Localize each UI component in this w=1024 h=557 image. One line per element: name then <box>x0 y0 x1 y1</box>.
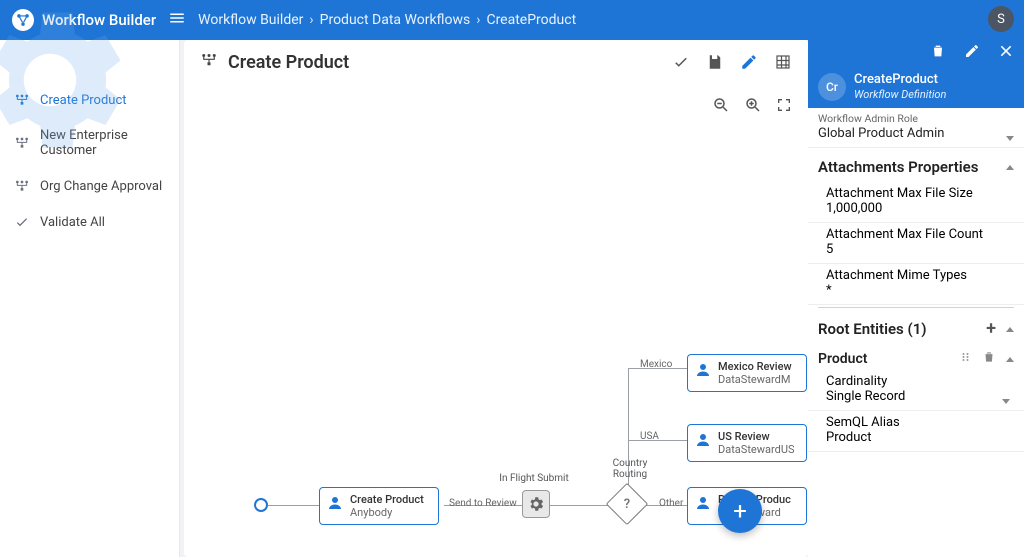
sidebar-item-label: Validate All <box>40 215 105 230</box>
chevron-down-icon <box>1002 399 1010 404</box>
drag-handle-icon[interactable] <box>960 351 972 367</box>
topbar: Workflow Builder Workflow Builder › Prod… <box>0 0 1024 40</box>
node-label: CountryRouting <box>608 458 652 480</box>
person-icon <box>694 361 712 382</box>
sidebar-item-org-change-approval[interactable]: Org Change Approval <box>0 168 179 204</box>
field-semql-alias[interactable]: SemQL Alias Product <box>808 411 1024 452</box>
node-decision[interactable]: ? <box>606 483 648 525</box>
user-avatar[interactable]: S <box>988 6 1014 32</box>
breadcrumb-item[interactable]: Product Data Workflows <box>320 12 471 28</box>
edge-label: Send to Review <box>449 498 517 509</box>
edit-button[interactable] <box>740 53 758 71</box>
close-button[interactable] <box>998 43 1014 63</box>
workflow-icon <box>200 51 218 74</box>
breadcrumb-item[interactable]: CreateProduct <box>486 12 576 28</box>
app-brand: Workflow Builder <box>12 9 156 31</box>
validate-button[interactable] <box>672 53 690 71</box>
field-attachment-max-count[interactable]: Attachment Max File Count 5 <box>808 223 1024 264</box>
chevron-down-icon <box>1006 136 1014 141</box>
properties-panel: Cr CreateProduct Workflow Definition Wor… <box>808 40 1024 557</box>
workflow-icon <box>14 178 30 194</box>
properties-header: Cr CreateProduct Workflow Definition <box>808 66 1024 108</box>
brand-icon <box>12 9 34 31</box>
breadcrumb-item[interactable]: Workflow Builder <box>198 12 303 28</box>
add-entity-button[interactable]: + <box>986 322 996 336</box>
entity-product-header[interactable]: Product <box>808 344 1024 370</box>
delete-button[interactable] <box>930 43 946 63</box>
node-automation[interactable] <box>522 490 550 518</box>
grid-view-button[interactable] <box>774 53 792 71</box>
section-attachments[interactable]: Attachments Properties <box>808 148 1024 182</box>
edge-label: Other <box>659 498 683 509</box>
brand-title: Workflow Builder <box>42 11 156 29</box>
workflow-diagram[interactable]: Create Product Anybody Mexico Review Dat… <box>184 84 808 557</box>
node-label: In Flight Submit <box>494 473 574 484</box>
chevron-right-icon: › <box>476 12 480 28</box>
sidebar-item-label: Org Change Approval <box>40 179 162 194</box>
gear-icon <box>527 495 545 513</box>
node-us-review[interactable]: US Review DataStewardUS <box>687 424 807 462</box>
field-workflow-admin-role[interactable]: Workflow Admin Role Global Product Admin <box>808 108 1024 148</box>
field-cardinality[interactable]: Cardinality Single Record <box>808 370 1024 411</box>
properties-subtitle: Workflow Definition <box>854 88 946 101</box>
menu-toggle-button[interactable] <box>168 9 186 31</box>
edge-label: USA <box>640 431 659 442</box>
workflow-icon <box>14 92 30 108</box>
chevron-up-icon <box>1006 357 1014 362</box>
node-title: US Review <box>718 430 798 443</box>
entity-badge: Cr <box>818 73 846 101</box>
edge <box>268 505 319 506</box>
node-title: Create Product <box>350 493 430 506</box>
start-node[interactable] <box>254 498 268 512</box>
properties-title: CreateProduct <box>854 73 946 87</box>
field-attachment-max-size[interactable]: Attachment Max File Size 1,000,000 <box>808 182 1024 223</box>
person-icon <box>694 431 712 452</box>
chevron-up-icon <box>1006 327 1014 332</box>
sidebar: Create Product New Enterprise Customer O… <box>0 40 180 557</box>
workflow-icon <box>14 135 30 151</box>
add-node-button[interactable]: + <box>718 489 762 533</box>
sidebar-item-validate-all[interactable]: Validate All <box>0 204 179 240</box>
node-title: Mexico Review <box>718 360 798 373</box>
sidebar-item-label: New Enterprise Customer <box>40 128 165 158</box>
node-subtitle: Anybody <box>350 506 430 519</box>
node-mexico-review[interactable]: Mexico Review DataStewardM <box>687 354 807 392</box>
canvas-title: Create Product <box>228 52 349 73</box>
delete-entity-button[interactable] <box>982 350 996 368</box>
check-icon <box>14 214 30 230</box>
canvas-header: Create Product <box>184 40 808 84</box>
person-icon <box>694 494 712 515</box>
canvas-area: Create Product <box>180 40 808 557</box>
edge <box>550 505 612 506</box>
person-icon <box>326 494 344 515</box>
sidebar-item-new-enterprise-customer[interactable]: New Enterprise Customer <box>0 118 179 168</box>
breadcrumb: Workflow Builder › Product Data Workflow… <box>198 12 576 28</box>
node-subtitle: DataStewardUS <box>718 443 798 456</box>
sidebar-item-create-product[interactable]: Create Product <box>0 82 179 118</box>
sidebar-item-label: Create Product <box>40 93 127 108</box>
save-button[interactable] <box>706 53 724 71</box>
edge-label: Mexico <box>640 359 672 370</box>
chevron-up-icon <box>1006 165 1014 170</box>
chevron-right-icon: › <box>309 12 313 28</box>
edit-button[interactable] <box>964 43 980 63</box>
field-attachment-mime-types[interactable]: Attachment Mime Types * <box>808 264 1024 305</box>
node-create-product[interactable]: Create Product Anybody <box>319 487 439 525</box>
section-root-entities[interactable]: Root Entities (1) + <box>808 310 1024 344</box>
node-subtitle: DataStewardM <box>718 373 798 386</box>
